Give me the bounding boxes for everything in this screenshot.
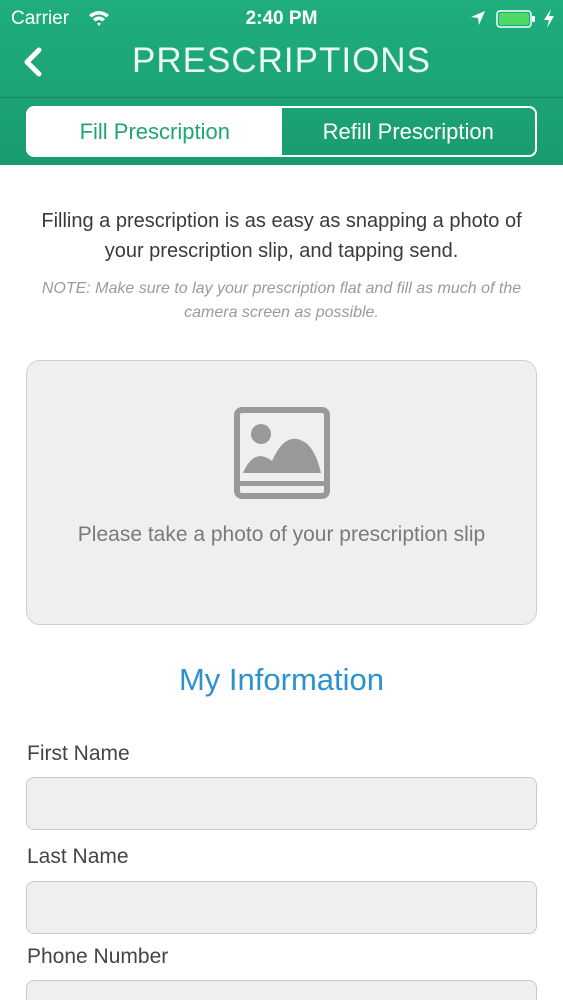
- phone-number-label: Phone Number: [27, 945, 169, 968]
- phone-number-field[interactable]: [26, 980, 537, 1000]
- charging-icon: [544, 9, 554, 28]
- intro-text: Filling a prescription is as easy as sna…: [41, 210, 522, 262]
- header: Carrier 2:40 PM PRESCRIPTIONS Fill Presc…: [0, 0, 563, 165]
- prescription-tabs: Fill Prescription Refill Prescription: [26, 106, 537, 157]
- scrolled-heading-remnant: [195, 165, 375, 167]
- location-icon: [471, 11, 485, 25]
- note-text: NOTE: Make sure to lay your prescription…: [41, 280, 522, 321]
- first-name-field[interactable]: [26, 777, 537, 830]
- status-bar: Carrier 2:40 PM: [0, 0, 563, 38]
- last-name-label: Last Name: [27, 845, 129, 868]
- tab-fill-prescription[interactable]: Fill Prescription: [28, 108, 282, 155]
- first-name-label: First Name: [27, 742, 130, 765]
- main-content[interactable]: Filling a prescription is as easy as sna…: [0, 165, 563, 1000]
- nav-bar: PRESCRIPTIONS: [0, 38, 563, 98]
- image-placeholder-icon: [234, 407, 330, 499]
- battery-icon: [496, 10, 535, 28]
- section-title: My Information: [178, 662, 384, 697]
- divider: [0, 97, 563, 98]
- last-name-field[interactable]: [26, 881, 537, 934]
- page-title: PRESCRIPTIONS: [132, 41, 431, 80]
- photo-capture-box[interactable]: Please take a photo of your prescription…: [26, 360, 537, 625]
- photo-caption: Please take a photo of your prescription…: [77, 523, 486, 546]
- tab-refill-prescription[interactable]: Refill Prescription: [282, 108, 536, 155]
